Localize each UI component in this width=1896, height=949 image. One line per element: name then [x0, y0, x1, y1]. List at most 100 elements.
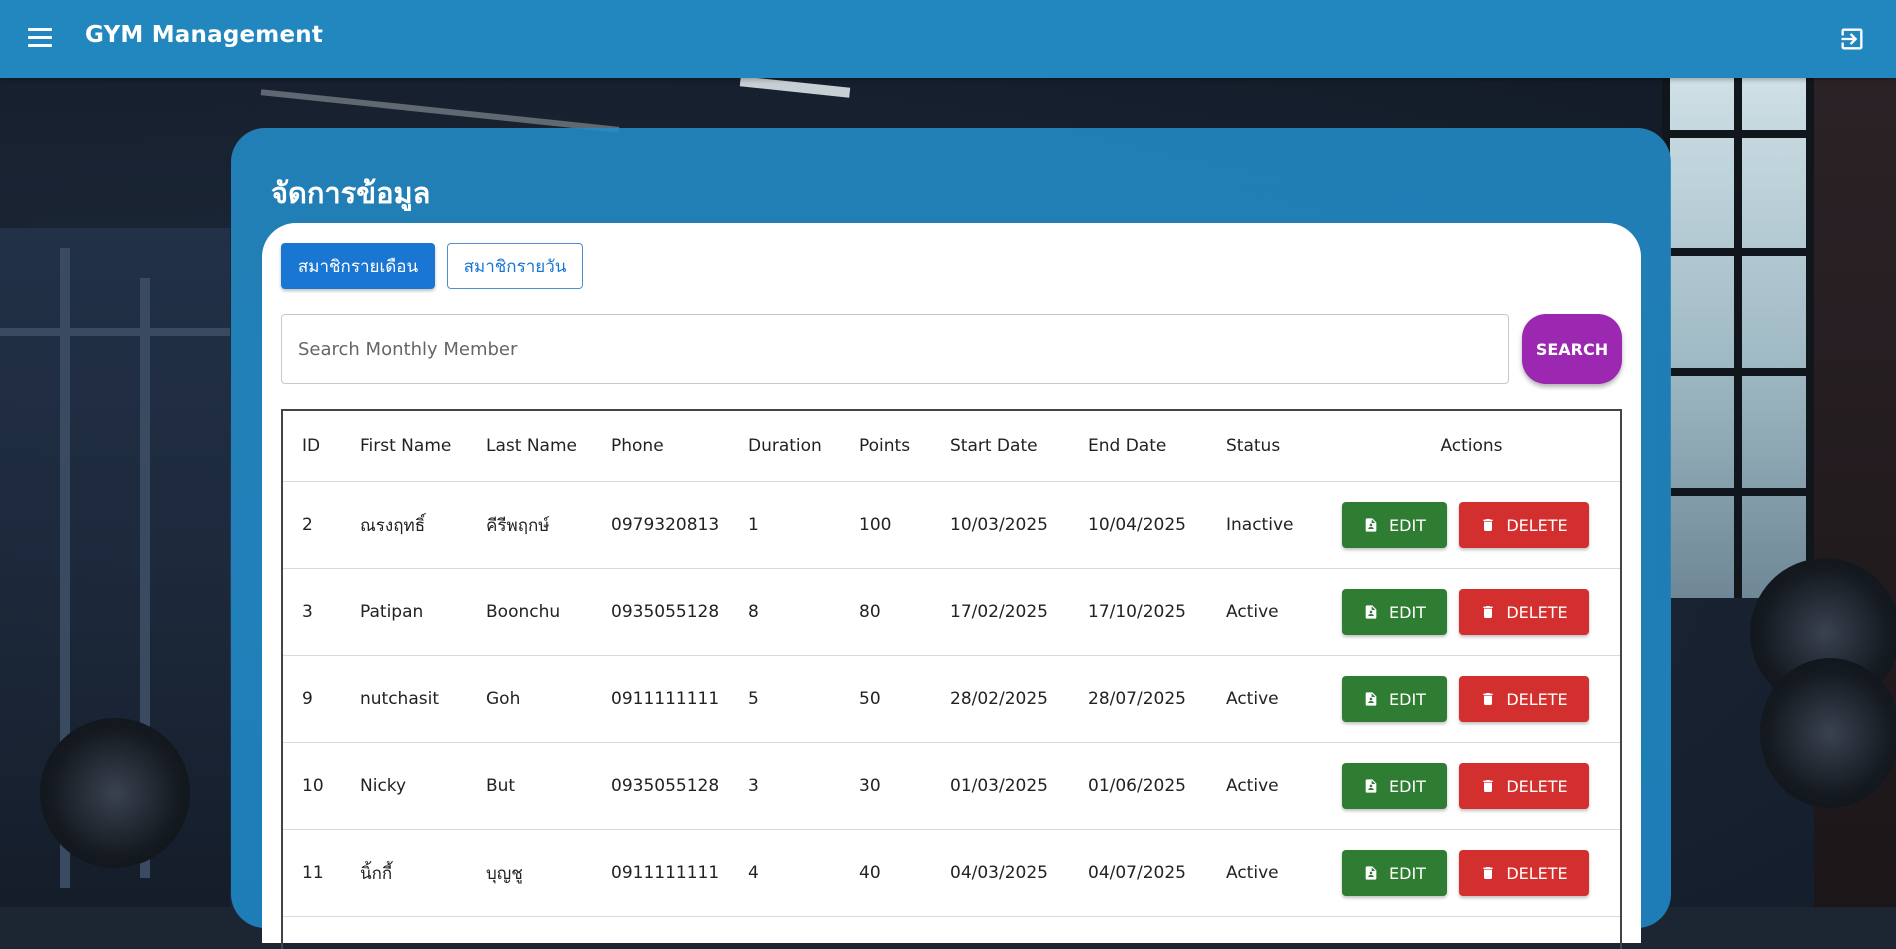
cell-end-date: 17/10/2025: [1069, 568, 1207, 656]
cell-duration: 8: [729, 568, 840, 656]
edit-button[interactable]: EDIT: [1342, 850, 1447, 896]
cell-start-date: 10/03/2025: [931, 481, 1069, 569]
row-actions: EDIT DELETE: [1342, 589, 1620, 635]
cell-first-name: nutchasit: [341, 655, 467, 743]
cell-points: 80: [840, 568, 931, 656]
cell-start-date: 28/02/2025: [931, 655, 1069, 743]
trash-icon: [1483, 606, 1493, 618]
table-row: 3 Patipan Boonchu 0935055128 8 80 17/02/…: [283, 568, 1620, 656]
cell-points: 30: [840, 742, 931, 830]
cell-end-date: 28/07/2025: [1069, 655, 1207, 743]
cell-phone: 0935055128: [592, 742, 729, 830]
document-person-icon: [1365, 605, 1377, 619]
edit-button-label: EDIT: [1389, 515, 1426, 535]
cell-first-name: Patipan: [341, 568, 467, 656]
cell-actions: EDIT DELETE: [1323, 655, 1620, 743]
search-input[interactable]: [281, 314, 1509, 384]
cell-points: 50: [840, 655, 931, 743]
cell-first-name: นิ้กกี้: [341, 829, 467, 917]
cell-phone: 0911111111: [592, 829, 729, 917]
cell-end-date: 04/07/2025: [1069, 829, 1207, 917]
cell-end-date: 01/06/2025: [1069, 742, 1207, 830]
cell-duration: 3: [729, 742, 840, 830]
edit-button-label: EDIT: [1389, 602, 1426, 622]
window-frame: [1662, 248, 1814, 256]
edit-button[interactable]: EDIT: [1342, 676, 1447, 722]
cell-actions: EDIT DELETE: [1323, 481, 1620, 569]
column-header-duration: Duration: [729, 411, 840, 482]
management-panel: จัดการข้อมูล สมาชิกรายเดือน สมาชิกรายวัน…: [231, 128, 1671, 949]
cell-last-name: Boonchu: [467, 568, 592, 656]
row-actions: EDIT DELETE: [1342, 850, 1620, 896]
edit-button[interactable]: EDIT: [1342, 589, 1447, 635]
delete-button-label: DELETE: [1506, 602, 1568, 622]
delete-button[interactable]: DELETE: [1459, 589, 1589, 635]
table-row: 11 นิ้กกี้ บุญชู 0911111111 4 40 04/03/2…: [283, 829, 1620, 917]
cell-last-name: คีรีพฤกษ์: [467, 481, 592, 569]
window-frame: [1734, 78, 1742, 598]
edit-button-label: EDIT: [1389, 689, 1426, 709]
cell-phone: 0911111111: [592, 655, 729, 743]
cell-duration: 1: [729, 481, 840, 569]
cell-phone: 0935055128: [592, 568, 729, 656]
cell-start-date: 04/03/2025: [931, 829, 1069, 917]
cell-status: Active: [1207, 655, 1323, 743]
top-app-bar: GYM Management: [0, 0, 1896, 78]
table-row: 10 Nicky But 0935055128 3 30 01/03/2025 …: [283, 742, 1620, 830]
column-header-start-date: Start Date: [931, 411, 1069, 482]
cell-first-name: Nicky: [341, 742, 467, 830]
cell-actions: EDIT DELETE: [1323, 568, 1620, 656]
edit-button[interactable]: EDIT: [1342, 502, 1447, 548]
edit-button[interactable]: EDIT: [1342, 763, 1447, 809]
cell-status: Active: [1207, 742, 1323, 830]
cell-id: 2: [283, 481, 341, 569]
rack-bar: [0, 328, 230, 336]
cell-duration: 4: [729, 829, 840, 917]
window-frame: [1806, 78, 1814, 598]
document-person-icon: [1365, 518, 1377, 532]
cell-actions: EDIT DELETE: [1323, 742, 1620, 830]
cell-status: Inactive: [1207, 481, 1323, 569]
menu-icon[interactable]: [28, 28, 52, 48]
trash-icon: [1483, 867, 1493, 879]
edit-button-label: EDIT: [1389, 776, 1426, 796]
window-frame: [1662, 368, 1814, 376]
row-actions: EDIT DELETE: [1342, 502, 1620, 548]
trash-icon: [1483, 519, 1493, 531]
weight-plate: [40, 718, 190, 868]
column-header-phone: Phone: [592, 411, 729, 482]
column-header-end-date: End Date: [1069, 411, 1207, 482]
column-header-last-name: Last Name: [467, 411, 592, 482]
table-header-row: ID First Name Last Name Phone Duration P…: [283, 411, 1620, 482]
logout-icon[interactable]: [1838, 25, 1866, 53]
delete-button-label: DELETE: [1506, 776, 1568, 796]
trash-icon: [1483, 780, 1493, 792]
cell-points: 40: [840, 829, 931, 917]
cell-id: 11: [283, 829, 341, 917]
cell-end-date: 10/04/2025: [1069, 481, 1207, 569]
cell-first-name: ณรงฤทธิ์: [341, 481, 467, 569]
tab-daily-members[interactable]: สมาชิกรายวัน: [447, 243, 583, 289]
cell-status: Active: [1207, 829, 1323, 917]
table-row: 9 nutchasit Goh 0911111111 5 50 28/02/20…: [283, 655, 1620, 743]
cell-start-date: 17/02/2025: [931, 568, 1069, 656]
column-header-actions: Actions: [1323, 411, 1620, 482]
delete-button[interactable]: DELETE: [1459, 763, 1589, 809]
trash-icon: [1483, 693, 1493, 705]
tab-monthly-members[interactable]: สมาชิกรายเดือน: [281, 243, 435, 289]
delete-button[interactable]: DELETE: [1459, 502, 1589, 548]
row-actions: EDIT DELETE: [1342, 763, 1620, 809]
document-person-icon: [1365, 692, 1377, 706]
cell-start-date: 01/03/2025: [931, 742, 1069, 830]
delete-button-label: DELETE: [1506, 689, 1568, 709]
window-frame: [1662, 488, 1814, 496]
column-header-first-name: First Name: [341, 411, 467, 482]
cell-last-name: บุญชู: [467, 829, 592, 917]
cell-last-name: But: [467, 742, 592, 830]
app-title: GYM Management: [85, 22, 324, 48]
delete-button[interactable]: DELETE: [1459, 676, 1589, 722]
search-button[interactable]: SEARCH: [1522, 314, 1622, 384]
delete-button[interactable]: DELETE: [1459, 850, 1589, 896]
cell-duration: 5: [729, 655, 840, 743]
row-actions: EDIT DELETE: [1342, 676, 1620, 722]
